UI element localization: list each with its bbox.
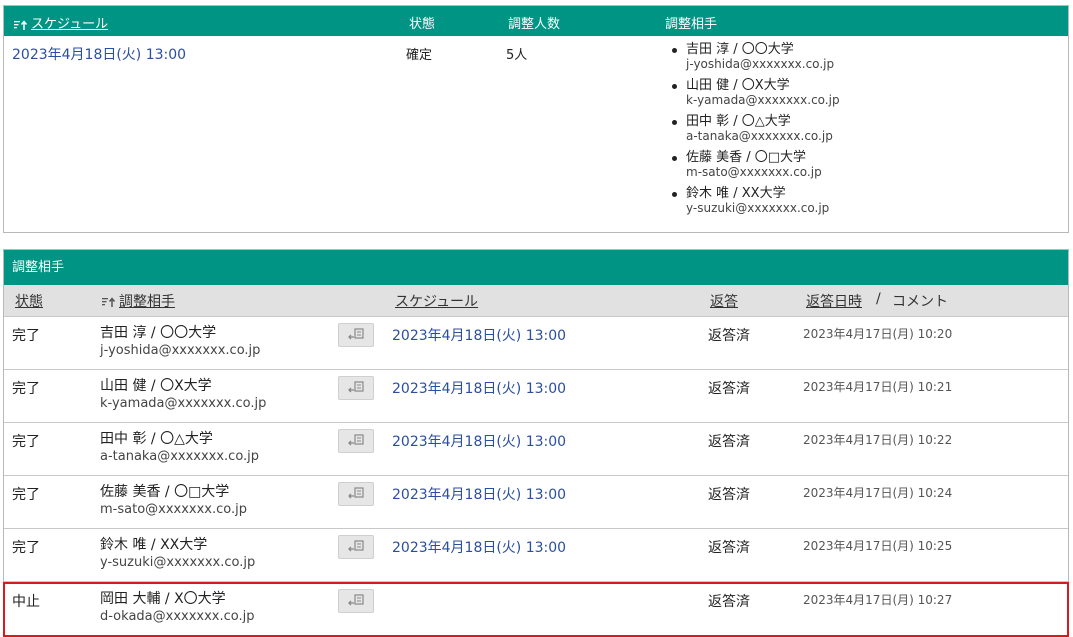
row-status: 完了 [12, 434, 40, 450]
row-reply: 返答済 [708, 328, 750, 344]
row-reply: 返答済 [708, 594, 750, 610]
count-header: 調整人数 [508, 17, 561, 32]
row-partner: 山田 健 / 〇X大学 k-yamada@xxxxxxx.co.jp [100, 378, 266, 412]
partner-table-column-header: 状態 調整相手 スケジュール 返答 返答日時 / コメント [4, 285, 1068, 317]
list-item: 吉田 淳 / 〇〇大学 j-yoshida@xxxxxxx.co.jp [672, 42, 840, 78]
table-row: 完了 山田 健 / 〇X大学 k-yamada@xxxxxxx.co.jp 202… [4, 370, 1068, 423]
table-row-highlighted: 中止 岡田 大輔 / X〇大学 d-okada@xxxxxxx.co.jp 返答済… [3, 582, 1069, 637]
comment-reply-icon [348, 328, 364, 340]
partner-email: m-sato@xxxxxxx.co.jp [686, 165, 822, 179]
comment-button[interactable] [338, 323, 374, 347]
sort-reply-date-header[interactable]: 返答日時 [806, 291, 862, 311]
partner-email: m-sato@xxxxxxx.co.jp [100, 502, 247, 517]
sort-schedule-header[interactable]: スケジュール [14, 13, 108, 32]
schedule-count: 5人 [506, 48, 528, 63]
partner-email: y-suzuki@xxxxxxx.co.jp [686, 201, 830, 215]
partner-name: 山田 健 / 〇X大学 [686, 78, 790, 93]
partner-name: 岡田 大輔 / X〇大学 [100, 591, 226, 607]
row-reply-date: 2023年4月17日(月) 10:20 [803, 327, 953, 341]
row-schedule-link[interactable]: 2023年4月18日(火) 13:00 [392, 378, 566, 398]
partner-name: 鈴木 唯 / XX大学 [686, 186, 786, 201]
comment-button[interactable] [338, 589, 374, 613]
list-item: 佐藤 美香 / 〇□大学 m-sato@xxxxxxx.co.jp [672, 150, 840, 186]
status-header: 状態 [409, 17, 436, 32]
partner-header-label: 調整相手 [119, 294, 175, 310]
comment-reply-icon [348, 381, 364, 393]
list-item: 鈴木 唯 / XX大学 y-suzuki@xxxxxxx.co.jp [672, 186, 840, 222]
schedule-status: 確定 [406, 48, 433, 63]
schedule-table-header: スケジュール 状態 調整人数 調整相手 [4, 6, 1068, 36]
row-reply: 返答済 [708, 434, 750, 450]
partner-email: d-okada@xxxxxxx.co.jp [100, 609, 255, 624]
row-status: 完了 [12, 487, 40, 503]
comment-reply-icon [348, 594, 364, 606]
row-partner: 岡田 大輔 / X〇大学 d-okada@xxxxxxx.co.jp [100, 591, 254, 625]
row-status: 完了 [12, 328, 40, 344]
schedule-datetime-link[interactable]: 2023年4月18日(火) 13:00 [12, 44, 186, 64]
row-reply-date: 2023年4月17日(月) 10:24 [803, 486, 953, 500]
partner-name: 佐藤 美香 / 〇□大学 [686, 150, 807, 165]
row-partner: 佐藤 美香 / 〇□大学 m-sato@xxxxxxx.co.jp [100, 484, 247, 518]
partner-email: j-yoshida@xxxxxxx.co.jp [100, 343, 261, 358]
schedule-header-label: スケジュール [31, 17, 109, 32]
row-schedule-link[interactable]: 2023年4月18日(火) 13:00 [392, 325, 566, 345]
comment-reply-icon [348, 540, 364, 552]
table-row: 完了 鈴木 唯 / XX大学 y-suzuki@xxxxxxx.co.jp 202… [4, 529, 1068, 582]
header-separator: / [876, 291, 881, 307]
partner-name: 佐藤 美香 / 〇□大学 [100, 484, 230, 500]
row-reply-date: 2023年4月17日(月) 10:27 [803, 593, 953, 607]
row-schedule-link[interactable]: 2023年4月18日(火) 13:00 [392, 431, 566, 451]
partners-header: 調整相手 [665, 17, 718, 32]
table-row: 完了 田中 彰 / 〇△大学 a-tanaka@xxxxxxx.co.jp 202… [4, 423, 1068, 476]
partner-email: a-tanaka@xxxxxxx.co.jp [686, 129, 833, 143]
partner-name: 山田 健 / 〇X大学 [100, 378, 212, 394]
partner-name: 吉田 淳 / 〇〇大学 [686, 42, 794, 57]
row-reply-date: 2023年4月17日(月) 10:21 [803, 380, 953, 394]
partner-email: a-tanaka@xxxxxxx.co.jp [100, 449, 260, 464]
sort-icon [102, 297, 116, 307]
sort-reply-header[interactable]: 返答 [710, 291, 738, 311]
row-partner: 鈴木 唯 / XX大学 y-suzuki@xxxxxxx.co.jp [100, 537, 255, 571]
partner-email: j-yoshida@xxxxxxx.co.jp [686, 57, 835, 71]
partner-name: 田中 彰 / 〇△大学 [686, 114, 791, 129]
row-reply: 返答済 [708, 487, 750, 503]
row-reply: 返答済 [708, 540, 750, 556]
row-schedule-link[interactable]: 2023年4月18日(火) 13:00 [392, 484, 566, 504]
row-partner: 田中 彰 / 〇△大学 a-tanaka@xxxxxxx.co.jp [100, 431, 259, 465]
sort-partner-header[interactable]: 調整相手 [102, 291, 175, 311]
comment-reply-icon [348, 434, 364, 446]
comment-header: コメント [892, 294, 948, 310]
schedule-table: スケジュール 状態 調整人数 調整相手 2023年4月18日(火) 13:00 … [3, 5, 1069, 233]
comment-button[interactable] [338, 376, 374, 400]
list-item: 山田 健 / 〇X大学 k-yamada@xxxxxxx.co.jp [672, 78, 840, 114]
sort-icon [14, 19, 28, 30]
row-status: 完了 [12, 540, 40, 556]
partner-name: 鈴木 唯 / XX大学 [100, 537, 208, 553]
partner-table: 調整相手 状態 調整相手 スケジュール 返答 返答日時 / コメント 完了 吉田… [3, 249, 1069, 637]
comment-button[interactable] [338, 535, 374, 559]
partner-list: 吉田 淳 / 〇〇大学 j-yoshida@xxxxxxx.co.jp 山田 健 … [672, 42, 840, 222]
row-reply-date: 2023年4月17日(月) 10:25 [803, 539, 953, 553]
sort-status-header[interactable]: 状態 [15, 291, 43, 311]
comment-button[interactable] [338, 429, 374, 453]
comment-button[interactable] [338, 482, 374, 506]
row-reply: 返答済 [708, 381, 750, 397]
partner-email: k-yamada@xxxxxxx.co.jp [686, 93, 840, 107]
row-reply-date: 2023年4月17日(月) 10:22 [803, 433, 953, 447]
table-row: 完了 吉田 淳 / 〇〇大学 j-yoshida@xxxxxxx.co.jp 20… [4, 317, 1068, 370]
row-schedule-link[interactable]: 2023年4月18日(火) 13:00 [392, 537, 566, 557]
row-partner: 吉田 淳 / 〇〇大学 j-yoshida@xxxxxxx.co.jp [100, 325, 260, 359]
partner-name: 田中 彰 / 〇△大学 [100, 431, 213, 447]
sort-schedule-header[interactable]: スケジュール [395, 291, 478, 311]
comment-reply-icon [348, 487, 364, 499]
row-status: 完了 [12, 381, 40, 397]
row-status: 中止 [12, 594, 40, 610]
partner-table-title: 調整相手 [4, 250, 1068, 285]
partner-name: 吉田 淳 / 〇〇大学 [100, 325, 217, 341]
partner-email: y-suzuki@xxxxxxx.co.jp [100, 555, 256, 570]
table-row: 完了 佐藤 美香 / 〇□大学 m-sato@xxxxxxx.co.jp 2023… [4, 476, 1068, 529]
partner-email: k-yamada@xxxxxxx.co.jp [100, 396, 267, 411]
list-item: 田中 彰 / 〇△大学 a-tanaka@xxxxxxx.co.jp [672, 114, 840, 150]
